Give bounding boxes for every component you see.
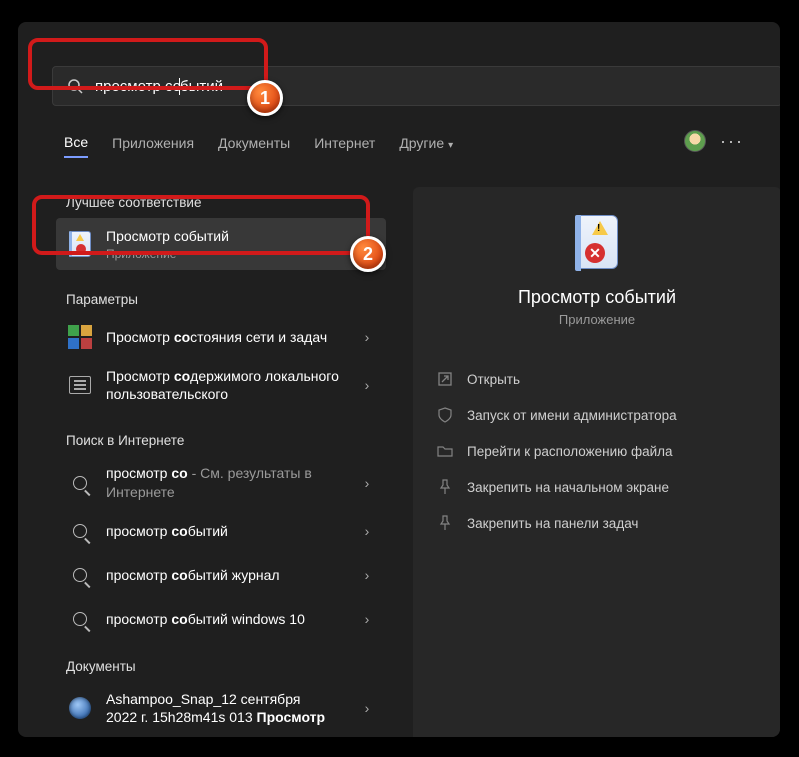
tab-all[interactable]: Все [64, 134, 88, 158]
section-best-match: Лучшее соответствие [56, 187, 386, 218]
event-viewer-icon-large: ✕ [574, 215, 620, 271]
section-web-search: Поиск в Интернете [56, 425, 386, 456]
result-network-status[interactable]: Просмотр состояния сети и задач › [56, 315, 386, 359]
result-title: Ashampoo_Snap_12 сентября2022 г. 15h28m4… [106, 690, 358, 726]
chevron-right-icon: › [358, 567, 376, 583]
search-bar-container: просмотр событий [52, 66, 780, 106]
result-event-viewer[interactable]: Просмотр событий Приложение [56, 218, 386, 270]
shield-icon [437, 407, 453, 423]
results-column: Лучшее соответствие Просмотр событий При… [56, 187, 386, 734]
search-bar[interactable]: просмотр событий [52, 66, 780, 106]
tabs-right-controls: ··· [684, 130, 744, 152]
result-title: просмотр событий журнал [106, 566, 358, 584]
search-text-before-cursor: просмотр со [95, 78, 181, 95]
annotation-badge-1: 1 [247, 80, 283, 116]
result-web-search-0[interactable]: просмотр со - См. результаты в Интернете… [56, 456, 386, 508]
search-text-after-cursor: бытий [180, 78, 223, 95]
result-subtitle: Приложение [106, 247, 376, 261]
search-icon [67, 78, 83, 94]
tab-apps[interactable]: Приложения [112, 135, 194, 157]
action-label: Закрепить на начальном экране [467, 480, 669, 495]
action-pin-to-taskbar[interactable]: Закрепить на панели задач [413, 505, 780, 541]
search-icon [66, 605, 94, 633]
search-icon [66, 561, 94, 589]
event-viewer-icon [66, 230, 94, 258]
open-icon [437, 371, 453, 387]
chevron-right-icon: › [358, 523, 376, 539]
search-icon [66, 469, 94, 497]
result-web-search-2[interactable]: просмотр событий журнал › [56, 553, 386, 597]
action-run-as-admin[interactable]: Запуск от имени администратора [413, 397, 780, 433]
details-subtitle: Приложение [413, 312, 780, 327]
network-status-icon [66, 323, 94, 351]
action-open-file-location[interactable]: Перейти к расположению файла [413, 433, 780, 469]
section-settings: Параметры [56, 284, 386, 315]
annotation-badge-2: 2 [350, 236, 386, 272]
pin-icon [437, 479, 453, 495]
result-title: просмотр событий [106, 522, 358, 540]
pin-icon [437, 515, 453, 531]
action-open[interactable]: Открыть [413, 361, 780, 397]
globe-icon [66, 694, 94, 722]
result-title: просмотр со - См. результаты в Интернете [106, 464, 358, 500]
details-panel: ✕ Просмотр событий Приложение Открыть За… [413, 187, 780, 737]
user-avatar[interactable] [684, 130, 706, 152]
action-pin-to-start[interactable]: Закрепить на начальном экране [413, 469, 780, 505]
details-title: Просмотр событий [413, 287, 780, 308]
result-web-search-1[interactable]: просмотр событий › [56, 509, 386, 553]
result-title: Просмотр состояния сети и задач [106, 328, 358, 346]
result-local-user-contents[interactable]: Просмотр содержимого локального пользова… [56, 359, 386, 411]
chevron-right-icon: › [358, 475, 376, 491]
action-label: Открыть [467, 372, 520, 387]
result-title: Просмотр событий [106, 227, 376, 245]
result-title: просмотр событий windows 10 [106, 610, 358, 628]
tab-documents[interactable]: Документы [218, 135, 290, 157]
search-window: просмотр событий Все Приложения Документ… [18, 22, 780, 737]
tab-internet[interactable]: Интернет [314, 135, 375, 157]
result-title: Просмотр содержимого локального пользова… [106, 367, 358, 403]
action-label: Перейти к расположению файла [467, 444, 673, 459]
folder-icon [437, 443, 453, 459]
result-web-search-3[interactable]: просмотр событий windows 10 › [56, 597, 386, 641]
search-icon [66, 517, 94, 545]
chevron-right-icon: › [358, 377, 376, 393]
chevron-right-icon: › [358, 611, 376, 627]
filter-tabs: Все Приложения Документы Интернет Другие… [64, 134, 780, 158]
chevron-right-icon: › [358, 329, 376, 345]
action-label: Запуск от имени администратора [467, 408, 677, 423]
more-options-button[interactable]: ··· [720, 131, 744, 152]
tab-other[interactable]: Другие▾ [399, 135, 453, 157]
chevron-down-icon: ▾ [448, 140, 453, 151]
section-documents: Документы [56, 651, 386, 682]
chevron-right-icon: › [358, 700, 376, 716]
result-document-0[interactable]: Ashampoo_Snap_12 сентября2022 г. 15h28m4… [56, 682, 386, 734]
action-label: Закрепить на панели задач [467, 516, 638, 531]
computer-icon [66, 371, 94, 399]
